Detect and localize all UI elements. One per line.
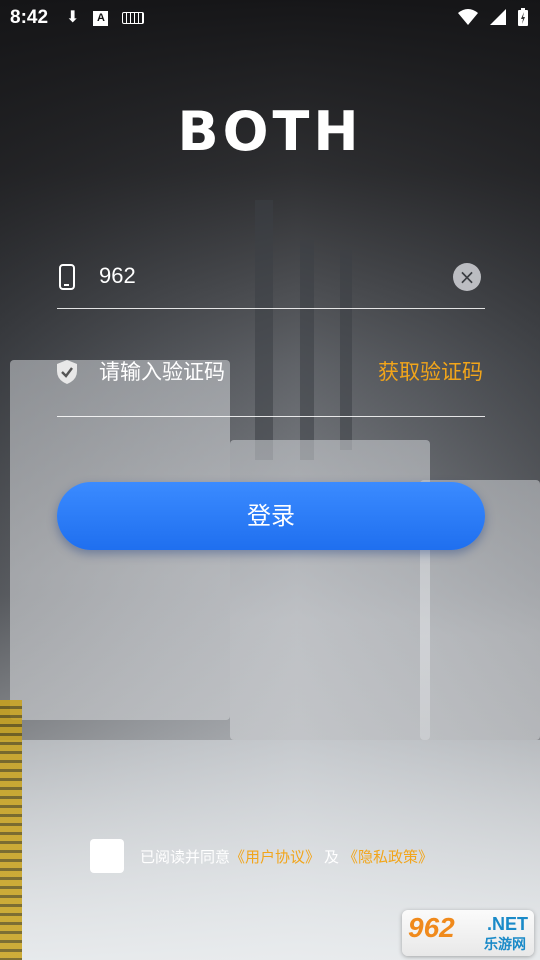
watermark-chinese: 乐游网 bbox=[484, 936, 526, 952]
text-a-icon: A bbox=[93, 10, 109, 26]
agreement-prefix: 已阅读并同意 bbox=[140, 847, 231, 866]
user-agreement-link[interactable]: 《用户协议》 bbox=[230, 846, 320, 867]
privacy-policy-link[interactable]: 《隐私政策》 bbox=[343, 846, 433, 867]
keyboard-icon bbox=[122, 12, 145, 24]
get-code-button[interactable]: 获取验证码 bbox=[378, 356, 483, 386]
phone-icon bbox=[59, 264, 75, 290]
login-button[interactable]: 登录 bbox=[57, 482, 485, 550]
code-input[interactable]: 请输入验证码 bbox=[99, 356, 225, 386]
verification-code-field: 请输入验证码 获取验证码 bbox=[57, 342, 485, 417]
battery-icon bbox=[518, 8, 528, 26]
agreement-checkbox[interactable] bbox=[90, 839, 124, 873]
clear-icon[interactable]: × bbox=[453, 263, 481, 291]
watermark-number: 962 bbox=[408, 912, 455, 943]
download-icon: ⬇ bbox=[66, 9, 80, 26]
agreement-and: 及 bbox=[324, 847, 340, 866]
background-cord bbox=[0, 700, 22, 960]
brand-logo: BOTH bbox=[177, 100, 363, 163]
agreement-row: 已阅读并同意 《用户协议》 及 《隐私政策》 bbox=[90, 839, 433, 873]
phone-input[interactable] bbox=[97, 262, 425, 290]
status-time: 8:42 bbox=[10, 7, 49, 28]
status-bar: 8:42 ⬇ A bbox=[0, 0, 540, 36]
phone-field: × bbox=[57, 246, 485, 309]
watermark-logo: 962 .NET 乐游网 bbox=[402, 910, 534, 956]
background-pillar bbox=[255, 200, 273, 460]
wifi-icon bbox=[458, 9, 478, 25]
signal-icon bbox=[490, 9, 506, 25]
shield-icon bbox=[57, 360, 77, 384]
watermark-domain: .NET bbox=[486, 914, 528, 934]
